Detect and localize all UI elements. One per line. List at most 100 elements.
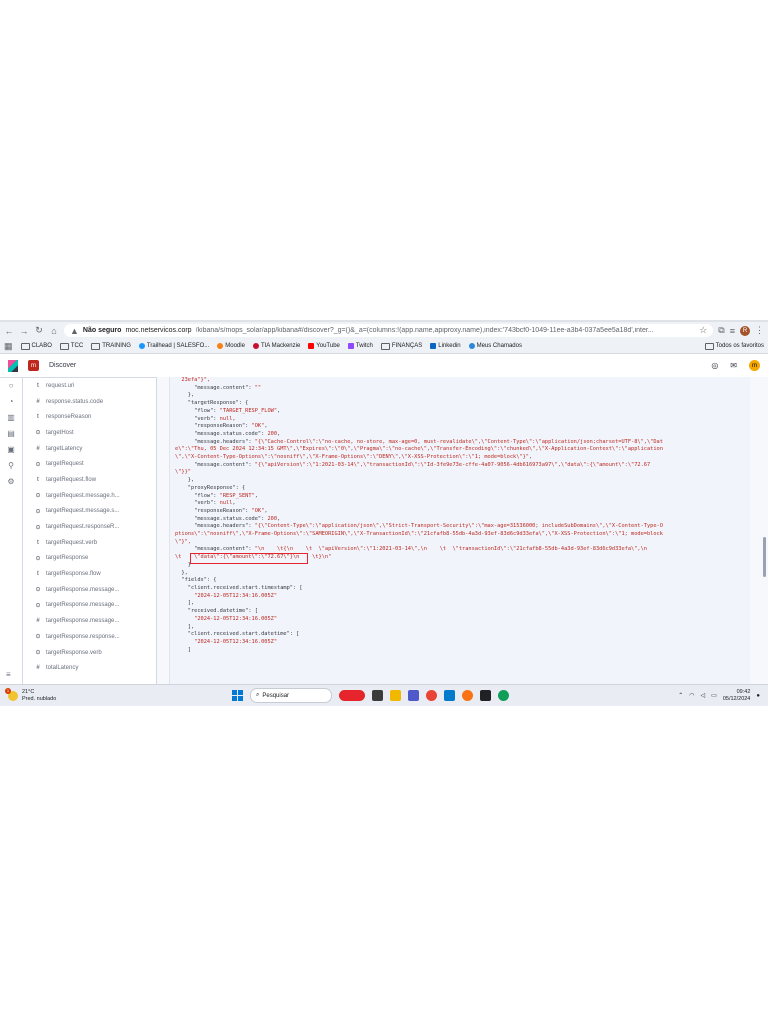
field-type-icon: t (37, 539, 39, 546)
search-icon: ⌕ (256, 692, 260, 698)
kibana-header: m Discover ◎ ✉ m (0, 354, 768, 378)
file-explorer-icon[interactable] (390, 690, 401, 701)
field-type-icon: ⊙ (35, 602, 41, 609)
json-line: \"}", (175, 539, 750, 547)
field-type-icon: t (37, 571, 39, 578)
reading-list-icon[interactable]: ≡ (730, 326, 735, 336)
dashboard-icon[interactable]: ▤ (7, 429, 15, 438)
field-item[interactable]: ⊙ targetRequest.message.s... (23, 504, 156, 520)
windows-start-icon[interactable] (232, 690, 243, 701)
bookmark-linkedin[interactable]: Linkedin (430, 343, 461, 349)
bookmark-youtube[interactable]: YouTube (308, 343, 340, 349)
json-key: , (277, 515, 281, 522)
mackenzie-icon (252, 343, 259, 349)
json-value: \"}", (175, 538, 191, 545)
field-item[interactable]: ⊙ targetResponse.verb (23, 645, 156, 661)
field-type-icon: # (36, 665, 40, 672)
field-item[interactable]: ⊙ targetRequest (23, 456, 156, 472)
field-item[interactable]: ⊙ targetRequest.message.h... (23, 488, 156, 504)
menu-icon[interactable]: ⋮ (755, 325, 764, 336)
extensions-icon[interactable]: ⧉ (718, 325, 724, 336)
field-item[interactable]: t targetRequest.verb (23, 535, 156, 551)
bookmark-trailhead[interactable]: Trailhead | SALESFO... (138, 343, 209, 349)
canvas-icon[interactable]: ▣ (7, 445, 15, 454)
bookmark-twitch[interactable]: Twitch (347, 343, 373, 349)
field-item[interactable]: t responseReason (23, 409, 156, 425)
space-avatar[interactable]: m (28, 360, 39, 371)
folder-icon (704, 342, 714, 350)
vscode-icon[interactable] (444, 690, 455, 701)
back-icon[interactable]: ← (4, 326, 14, 336)
bookmark-tcc[interactable]: TCC (59, 342, 83, 350)
field-item[interactable]: ⊙ targetHost (23, 425, 156, 441)
weather-description: Pred. nublado (22, 695, 57, 702)
bookmark-tia[interactable]: TIA Mackenzie (252, 343, 300, 349)
clock[interactable]: 09:42 05/12/2024 (723, 689, 751, 703)
json-line: }, (175, 477, 750, 485)
help-icon[interactable]: ◎ (711, 361, 718, 370)
maps-icon[interactable]: ⚲ (8, 461, 14, 470)
taskbar-search[interactable]: ⌕ Pesquisar (250, 688, 332, 703)
search-icon[interactable]: ○ (9, 381, 14, 390)
temperature: 21°C (22, 688, 35, 695)
field-item[interactable]: t targetResponse.flow (23, 566, 156, 582)
notion-icon[interactable] (480, 690, 491, 701)
apps-grid-icon[interactable]: ▦ (4, 341, 13, 352)
field-item[interactable]: # targetResponse.message... (23, 613, 156, 629)
collapse-icon[interactable]: ≡ (6, 670, 11, 679)
json-value: "{\"apiVersion\":\"1:2021-03-14\",\"tran… (254, 461, 651, 468)
kibana-logo-icon[interactable] (8, 359, 18, 372)
scrollbar[interactable] (763, 537, 766, 577)
json-line: "message.headers": "{\"Content-Type\":\"… (175, 523, 750, 531)
bookmark-clabo[interactable]: CLABO (20, 342, 52, 350)
json-key: ] (175, 646, 191, 653)
field-item[interactable]: ⊙ targetResponse.response... (23, 629, 156, 645)
home-icon[interactable]: ⌂ (49, 326, 59, 336)
teams-icon[interactable] (408, 690, 419, 701)
field-item[interactable]: ⊙ targetResponse (23, 551, 156, 567)
json-document: 23efa"}", "message.content": "" }, "targ… (169, 377, 750, 685)
forward-icon[interactable]: → (19, 326, 29, 336)
bookmark-chamados[interactable]: Meus Chamados (468, 343, 522, 349)
discover-icon[interactable]: ◔ (9, 397, 14, 406)
field-type-icon: ⊙ (35, 524, 41, 531)
field-item[interactable]: t request.uri (23, 378, 156, 394)
visualize-icon[interactable]: ▥ (7, 413, 15, 422)
settings-gear-icon[interactable]: ⚙ (7, 477, 14, 486)
user-avatar[interactable]: m (749, 360, 760, 371)
chevron-up-icon[interactable]: ⌃ (678, 692, 683, 699)
wifi-icon[interactable]: ◠ (689, 692, 694, 699)
reload-icon[interactable]: ↻ (34, 325, 44, 336)
notification-bell-icon[interactable]: ● (756, 693, 760, 699)
volume-icon[interactable]: ◁ (701, 692, 706, 699)
bookmark-star-icon[interactable]: ☆ (699, 325, 707, 336)
news-widget-icon[interactable] (339, 690, 365, 701)
json-line: "received.datetime": [ (175, 608, 750, 616)
field-item[interactable]: ⊙ targetRequest.responseR... (23, 519, 156, 535)
edge-icon[interactable] (498, 690, 509, 701)
bookmark-moodle[interactable]: Moodle (217, 343, 245, 349)
json-key: "proxyResponse": { (175, 484, 246, 491)
json-key: , (277, 407, 281, 414)
profile-avatar[interactable]: R (740, 325, 750, 336)
chrome-icon[interactable] (426, 690, 437, 701)
mail-icon[interactable]: ✉ (730, 361, 737, 370)
field-item[interactable]: # totalLatency (23, 660, 156, 676)
field-name: request.uri (46, 382, 75, 389)
field-item[interactable]: # response.status.code (23, 394, 156, 410)
all-bookmarks[interactable]: Todos os favoritos (704, 342, 764, 350)
url-bar[interactable]: ▲ Não seguro moc.netservicos.corp/kibana… (64, 324, 714, 337)
field-item[interactable]: # targetLatency (23, 441, 156, 457)
postman-icon[interactable] (462, 690, 473, 701)
bookmark-financas[interactable]: FINANÇAS (380, 342, 422, 350)
field-item[interactable]: ⊙ targetResponse.message... (23, 598, 156, 614)
json-line: ], (175, 624, 750, 632)
json-key: } (175, 561, 191, 568)
field-item[interactable]: ⊙ targetResponse.message... (23, 582, 156, 598)
json-line: "client.received.start.timestamp": [ (175, 585, 750, 593)
weather-widget[interactable]: 1 21°C Pred. nublado (0, 687, 168, 703)
battery-icon[interactable]: ▭ (711, 692, 717, 699)
task-view-icon[interactable] (372, 690, 383, 701)
field-item[interactable]: t targetRequest.flow (23, 472, 156, 488)
bookmark-training[interactable]: TRAINING (91, 342, 131, 350)
